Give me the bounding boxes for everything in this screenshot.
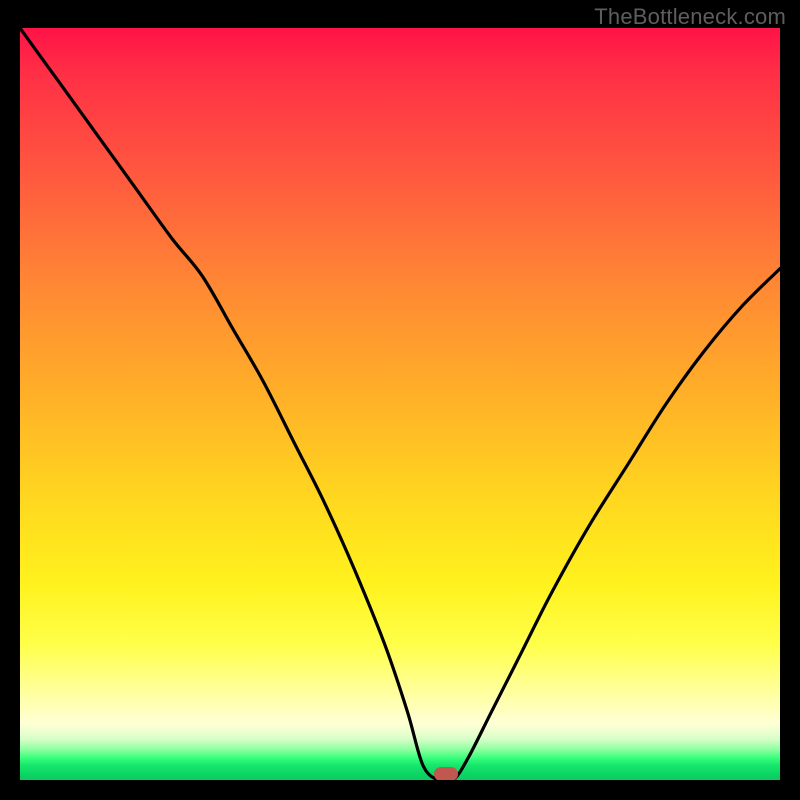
plot-area xyxy=(20,28,780,780)
watermark-text: TheBottleneck.com xyxy=(594,4,786,30)
optimal-marker xyxy=(434,767,458,780)
bottleneck-curve xyxy=(20,28,780,780)
curve-path xyxy=(20,28,780,780)
chart-frame: TheBottleneck.com xyxy=(0,0,800,800)
